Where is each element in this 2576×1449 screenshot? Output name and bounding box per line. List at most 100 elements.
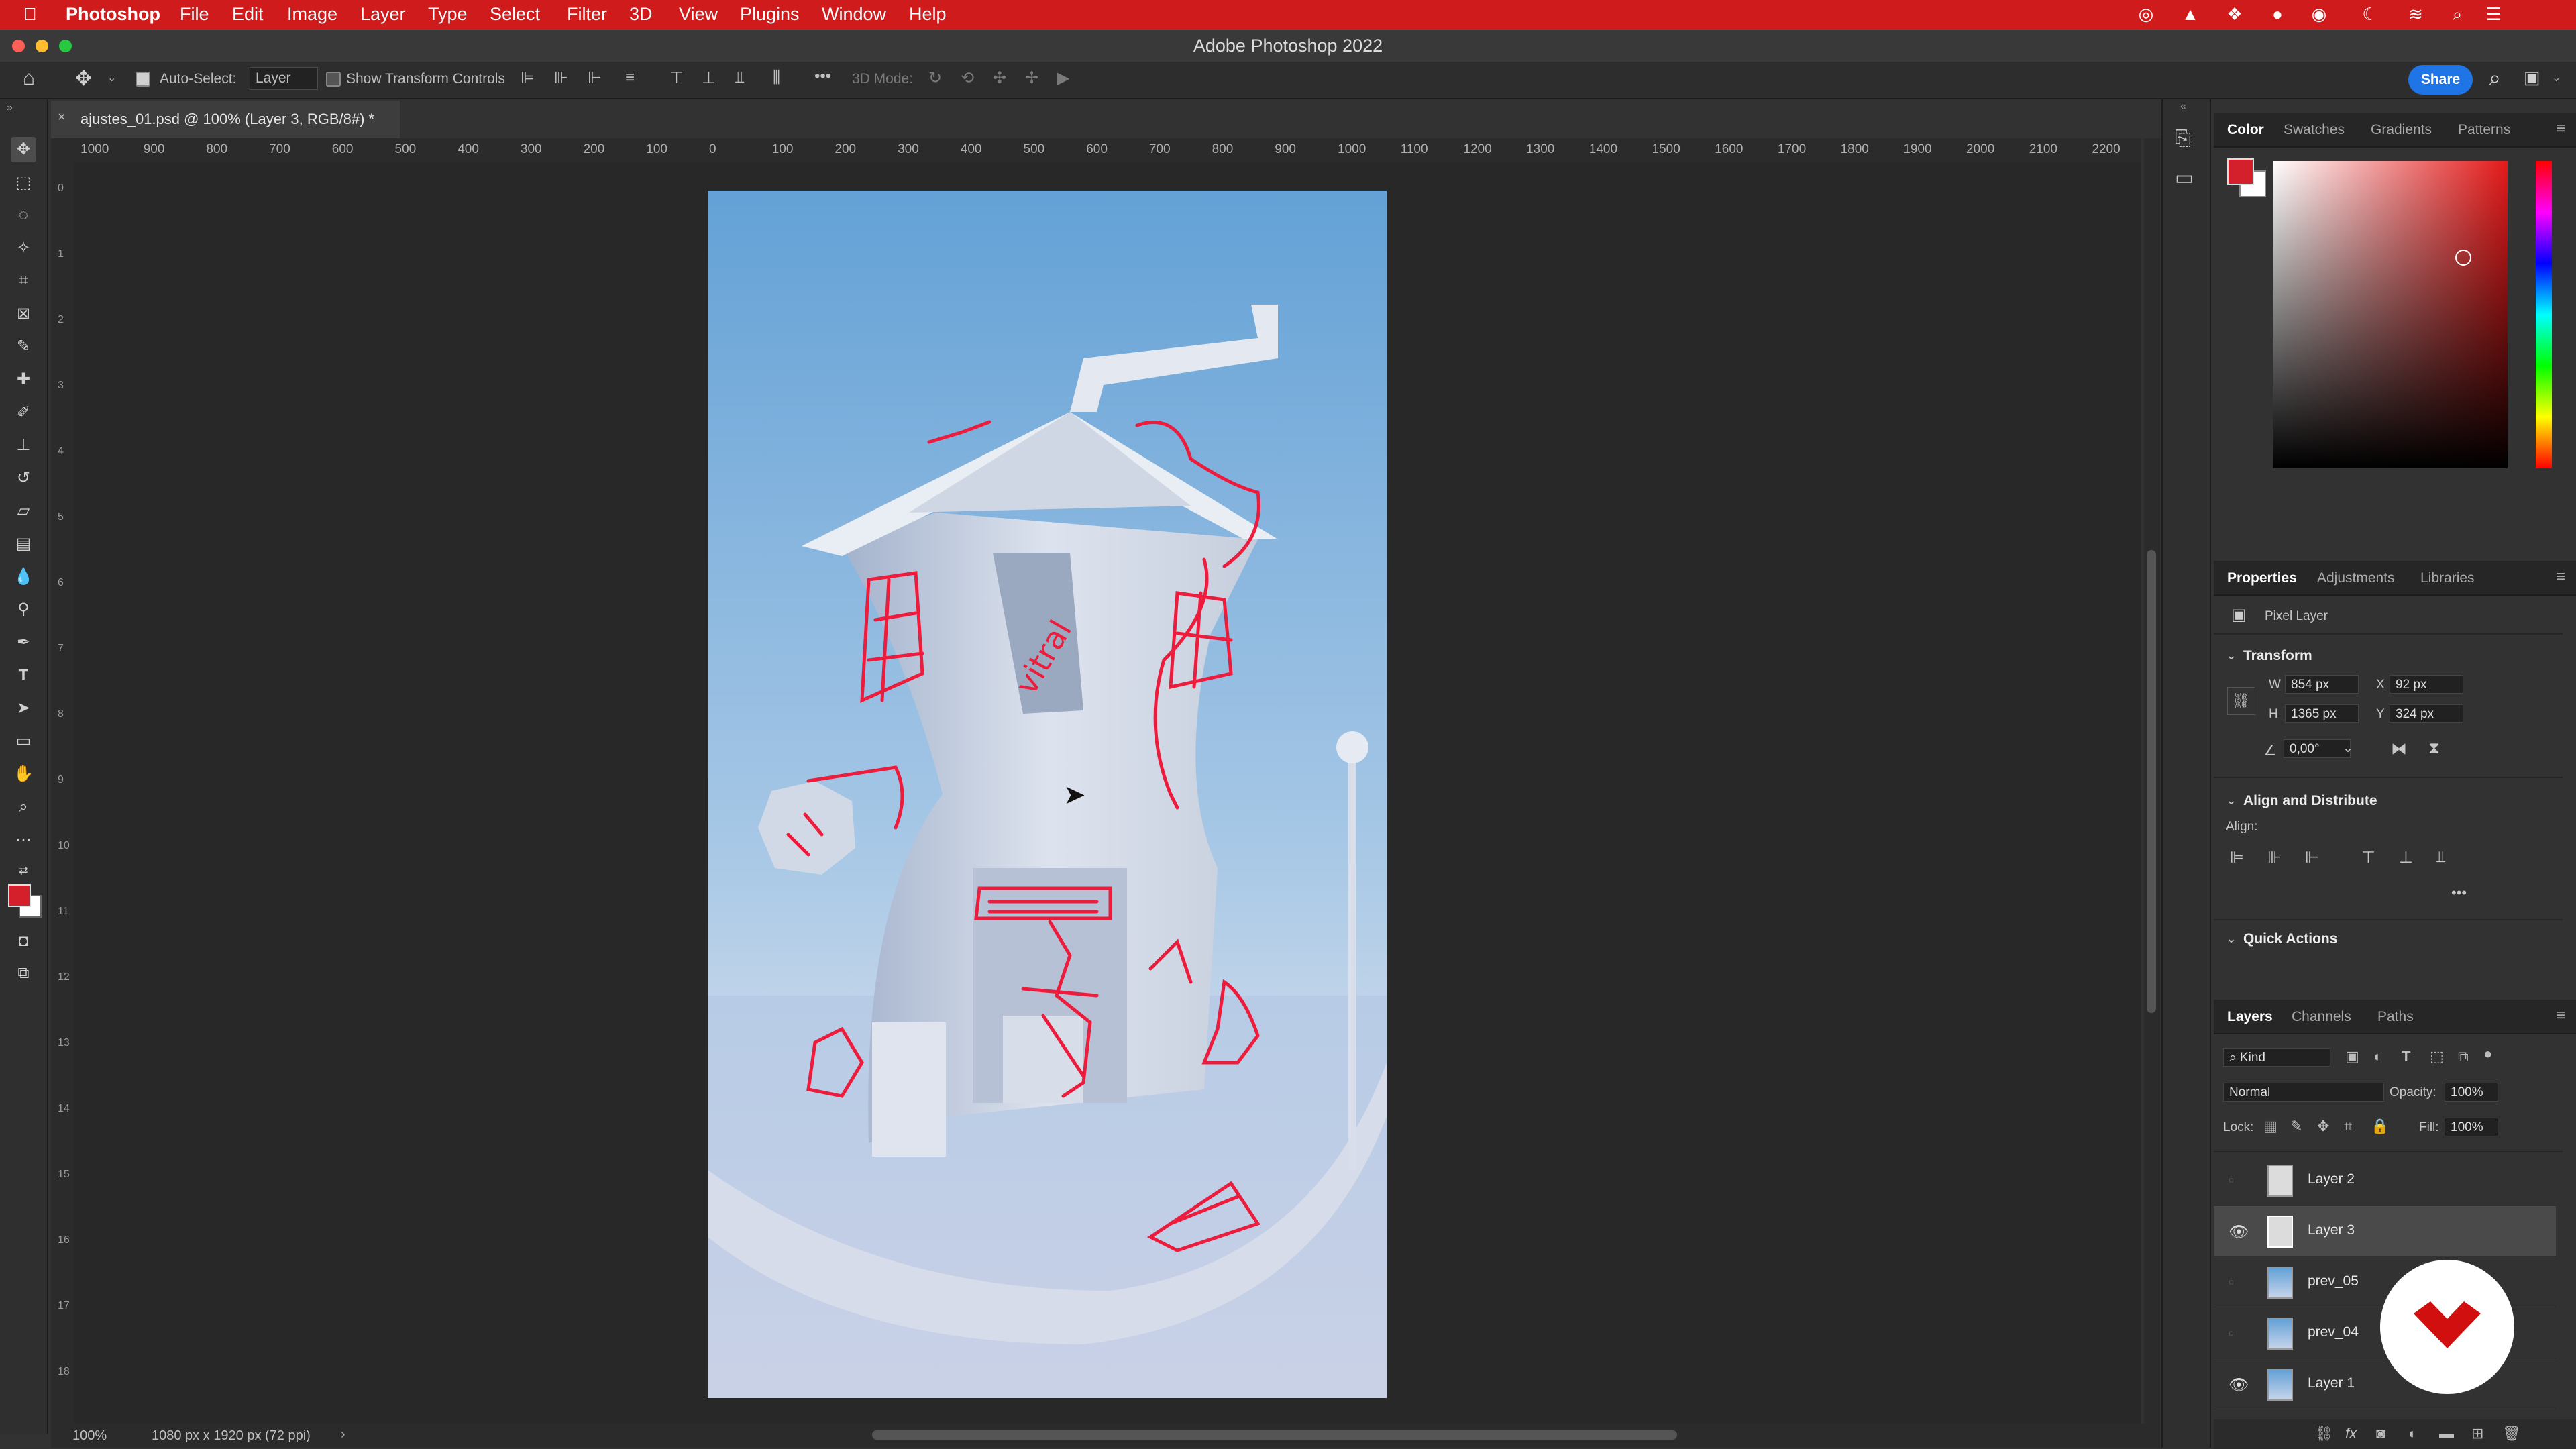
screen-mirroring-icon[interactable]: ◉ — [2308, 4, 2330, 24]
dropbox-icon[interactable]: ❖ — [2223, 4, 2246, 24]
lock-all-icon[interactable]: 🔒 — [2371, 1118, 2389, 1135]
menu-image[interactable]: Image — [287, 4, 337, 25]
filter-pixel-icon[interactable]: ▣ — [2345, 1048, 2359, 1065]
zoom-window-button[interactable] — [59, 40, 72, 52]
align-distribute-section-title[interactable]: Align and Distribute — [2243, 793, 2377, 809]
menu-select[interactable]: Select — [490, 4, 540, 25]
link-layers-icon[interactable]: ⛓ — [2314, 1425, 2333, 1442]
auto-select-dropdown[interactable]: Layer — [250, 67, 318, 90]
document-tab[interactable]: × ajustes_01.psd @ 100% (Layer 3, RGB/8#… — [51, 101, 400, 138]
chevron-down-icon[interactable]: ⌄ — [2552, 71, 2561, 85]
close-window-button[interactable] — [12, 40, 25, 52]
apple-logo-icon[interactable]:  — [19, 4, 42, 24]
menu-file[interactable]: File — [180, 4, 209, 25]
eraser-tool-icon[interactable]: ▱ — [11, 498, 36, 524]
vertical-scroll-thumb[interactable] — [2147, 550, 2156, 1013]
blur-tool-icon[interactable]: 💧 — [11, 564, 36, 590]
tab-gradients[interactable]: Gradients — [2371, 122, 2432, 138]
visibility-toggle[interactable]: ▫ — [2229, 1171, 2235, 1190]
tab-swatches[interactable]: Swatches — [2284, 122, 2345, 138]
tab-patterns[interactable]: Patterns — [2458, 122, 2510, 138]
menu-view[interactable]: View — [679, 4, 718, 25]
adjustment-layer-icon[interactable]: ◐ — [2408, 1425, 2417, 1442]
color-field[interactable] — [2273, 161, 2508, 468]
menu-type[interactable]: Type — [428, 4, 468, 25]
lock-position-icon[interactable]: ✥ — [2317, 1118, 2329, 1135]
healing-brush-tool-icon[interactable]: ✚ — [11, 367, 36, 392]
add-mask-icon[interactable]: ◙ — [2376, 1425, 2385, 1442]
brush-tool-icon[interactable]: ✐ — [11, 400, 36, 425]
layer-filter-kind-dropdown[interactable]: ⌕ Kind — [2223, 1048, 2330, 1067]
align-bottom-edges-icon[interactable]: ⫫ — [735, 68, 745, 87]
new-layer-icon[interactable]: ⊞ — [2471, 1425, 2483, 1442]
lock-transparent-pixels-icon[interactable]: ▦ — [2263, 1118, 2277, 1135]
panel-menu-icon[interactable]: ≡ — [2556, 568, 2565, 586]
angle-field[interactable]: 0,00° — [2284, 739, 2351, 758]
document-canvas-image[interactable]: vitral — [708, 191, 1387, 1398]
ruler-origin[interactable] — [51, 138, 74, 162]
quick-mask-icon[interactable]: ◘ — [11, 928, 36, 954]
eyedropper-tool-icon[interactable]: ✎ — [11, 334, 36, 360]
delete-layer-icon[interactable]: 🗑 — [2502, 1425, 2521, 1442]
distribute-vertical-icon[interactable]: ≡ — [625, 68, 635, 87]
new-group-icon[interactable]: ▬ — [2439, 1425, 2454, 1442]
hand-tool-icon[interactable]: ✋ — [11, 761, 36, 787]
menu-help[interactable]: Help — [909, 4, 947, 25]
3d-pan-icon[interactable]: ✣ — [993, 68, 1006, 88]
fill-field[interactable]: 100% — [2445, 1118, 2498, 1136]
panel-menu-icon[interactable]: ≡ — [2556, 1006, 2565, 1025]
height-field[interactable]: 1365 px — [2285, 704, 2359, 723]
align-right-icon[interactable]: ⊩ — [2305, 848, 2319, 867]
align-horizontal-centers-icon[interactable]: ⊪ — [554, 68, 568, 88]
magic-wand-tool-icon[interactable]: ✧ — [11, 235, 36, 261]
lock-image-pixels-icon[interactable]: ✎ — [2290, 1118, 2302, 1135]
color-foreground-swatch[interactable] — [2227, 158, 2254, 185]
chevron-down-icon[interactable]: ⌄ — [107, 71, 116, 85]
flip-horizontal-icon[interactable]: ⧓ — [2391, 739, 2407, 759]
3d-slide-icon[interactable]: ✢ — [1025, 68, 1038, 88]
chevron-down-icon[interactable]: ⌄ — [2226, 793, 2237, 808]
opacity-field[interactable]: 100% — [2445, 1083, 2498, 1102]
minimize-window-button[interactable] — [36, 40, 48, 52]
filter-toggle-icon[interactable]: ● — [2483, 1045, 2492, 1063]
share-button[interactable]: Share — [2408, 65, 2473, 95]
control-center-icon[interactable]: ☰ — [2482, 4, 2505, 24]
x-position-field[interactable]: 92 px — [2390, 675, 2463, 694]
vertical-ruler[interactable]: 012345678910111213141516171819 — [51, 162, 74, 1443]
hue-slider[interactable] — [2536, 161, 2552, 468]
zoom-level[interactable]: 100% — [72, 1428, 107, 1444]
filter-type-icon[interactable]: T — [2402, 1048, 2410, 1065]
blend-mode-dropdown[interactable]: Normal — [2223, 1083, 2384, 1102]
menu-window[interactable]: Window — [822, 4, 886, 25]
layer-row[interactable]: ▫ Layer 2 — [2214, 1155, 2556, 1205]
dodge-tool-icon[interactable]: ⚲ — [11, 597, 36, 623]
menu-layer[interactable]: Layer — [360, 4, 406, 25]
auto-select-checkbox[interactable] — [136, 72, 150, 87]
width-field[interactable]: 854 px — [2285, 675, 2359, 694]
tab-adjustments[interactable]: Adjustments — [2317, 570, 2395, 586]
crop-tool-icon[interactable]: ⌗ — [11, 268, 36, 294]
acrobat-icon[interactable]: ▲ — [2179, 4, 2202, 24]
chevron-down-icon[interactable]: ⌄ — [2226, 931, 2237, 947]
link-dimensions-icon[interactable]: ⛓ — [2227, 687, 2255, 715]
expand-panels-icon[interactable]: « — [2180, 101, 2186, 113]
lock-artboard-icon[interactable]: ⌗ — [2344, 1118, 2352, 1135]
align-left-edges-icon[interactable]: ⊫ — [521, 68, 535, 88]
tab-channels[interactable]: Channels — [2292, 1009, 2351, 1025]
menu-filter[interactable]: Filter — [567, 4, 607, 25]
3d-camera-icon[interactable]: ▶ — [1057, 68, 1069, 88]
move-tool-preset-icon[interactable]: ✥ — [75, 67, 92, 91]
eye-icon[interactable]: 👁 — [2229, 1375, 2249, 1395]
horizontal-ruler[interactable]: 1000 900 800 700 600 500 400 300 200 100 0 100 200 30… — [74, 138, 2141, 163]
wifi-icon[interactable]: ≋ — [2404, 4, 2427, 24]
history-panel-icon[interactable]: ⎘ — [2175, 127, 2191, 150]
do-not-disturb-icon[interactable]: ☾ — [2359, 4, 2381, 24]
comments-panel-icon[interactable]: ▭ — [2175, 166, 2194, 190]
align-bottom-icon[interactable]: ⫫ — [2436, 848, 2446, 867]
color-picker-marker[interactable] — [2455, 250, 2471, 266]
lasso-tool-icon[interactable]: ◌ — [11, 203, 36, 228]
more-options-icon[interactable]: ••• — [814, 67, 831, 86]
align-vertical-centers-icon[interactable]: ⊥ — [702, 68, 716, 88]
visibility-toggle[interactable]: ▫ — [2229, 1273, 2235, 1292]
menu-plugins[interactable]: Plugins — [740, 4, 800, 25]
